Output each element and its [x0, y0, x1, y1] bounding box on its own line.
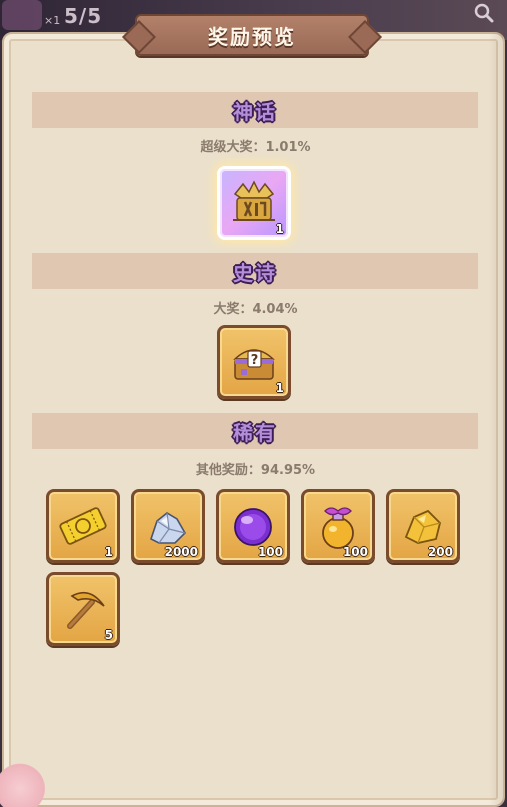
pickaxe-icon — [67, 591, 105, 629]
attempt-counter: 5/5 — [64, 4, 103, 28]
reward-preview-panel: 神话 超级大奖：1.01% 1 史诗 大奖：4.04% ? 1 稀有 其他奖励：… — [2, 30, 505, 807]
section-title-epic: 史诗 — [233, 260, 277, 285]
reward-item-mythic-chest[interactable]: 1 — [217, 166, 291, 240]
multiplier-label: ×1 — [44, 14, 61, 27]
reward-item-crystal-ore[interactable]: 2000 — [131, 489, 205, 563]
section-title-mythic: 神话 — [233, 99, 277, 124]
item-quantity: 100 — [342, 545, 368, 559]
svg-text:?: ? — [251, 353, 259, 368]
section-header-epic: 史诗 — [32, 253, 478, 289]
reward-item-potion[interactable]: 100 — [301, 489, 375, 563]
item-quantity: 200 — [427, 545, 453, 559]
reward-item-purple-orb[interactable]: 100 — [216, 489, 290, 563]
reward-item-mystery-chest[interactable]: ? 1 — [217, 325, 291, 399]
title-banner: 奖励预览 — [135, 14, 369, 56]
item-quantity: 2000 — [164, 545, 198, 559]
item-quantity: 100 — [257, 545, 283, 559]
item-quantity: 1 — [275, 222, 284, 236]
mythic-chest-icon — [233, 180, 275, 221]
chest-thumbnail-icon — [2, 0, 42, 30]
panel-title: 奖励预览 — [208, 24, 296, 49]
cherry-petal-decoration — [0, 761, 50, 807]
reward-item-pickaxe[interactable]: 5 — [46, 572, 120, 646]
mythic-chance-label: 超级大奖：1.01% — [200, 140, 311, 155]
item-quantity: 1 — [104, 545, 113, 559]
rare-chance-label: 其他奖励：94.95% — [195, 463, 316, 478]
reward-item-gold-ore[interactable]: 200 — [386, 489, 460, 563]
section-title-rare: 稀有 — [233, 420, 277, 445]
section-header-rare: 稀有 — [32, 413, 478, 449]
section-header-mythic: 神话 — [32, 92, 478, 128]
mystery-chest-icon: ? — [233, 349, 275, 380]
epic-chance-label: 大奖：4.04% — [213, 302, 298, 317]
item-quantity: 5 — [104, 628, 113, 642]
item-quantity: 1 — [275, 381, 284, 395]
reward-item-gold-ticket[interactable]: 1 — [46, 489, 120, 563]
gold-ticket-icon — [59, 507, 107, 545]
search-icon[interactable] — [471, 2, 497, 28]
